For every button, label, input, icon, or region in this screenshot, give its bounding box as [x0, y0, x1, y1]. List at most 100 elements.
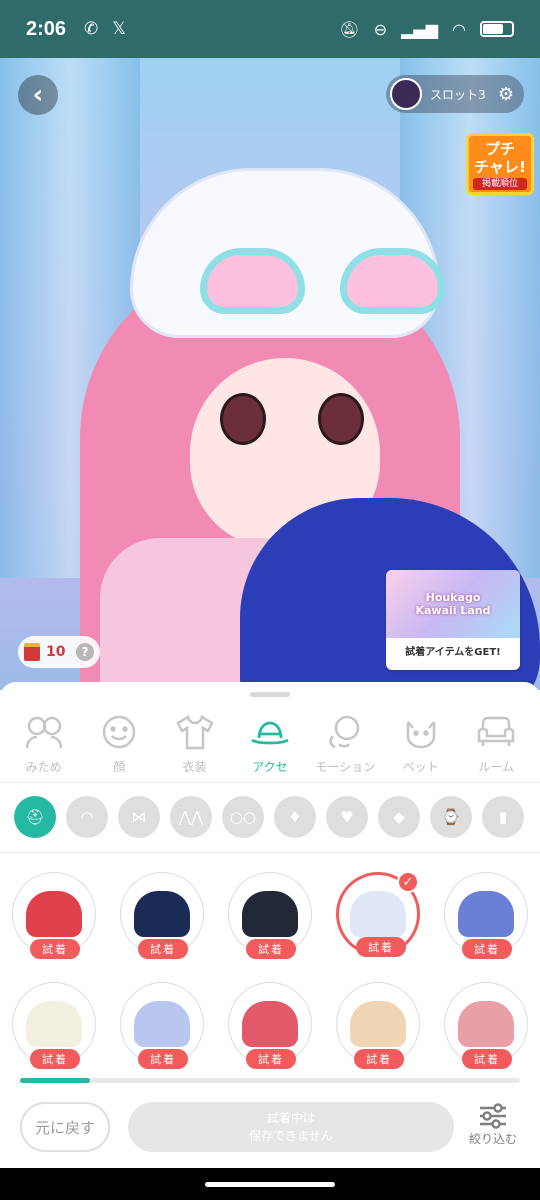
promo-banner[interactable]: Houkago Kawaii Land 試着アイテムをGET! [386, 570, 520, 670]
tab-motion[interactable]: モーション [311, 712, 379, 782]
mute-icon: 🔕︎ [339, 19, 360, 39]
filter-label: 絞り込む [468, 1132, 517, 1146]
try-on-button[interactable]: 試着 [138, 1049, 188, 1069]
tab-label: 衣装 [182, 760, 207, 774]
necklace-icon: ♥ [340, 808, 354, 826]
try-on-button[interactable]: 試着 [246, 1049, 296, 1069]
phone-icon: ✆ [84, 19, 99, 39]
currency-pill[interactable]: 10 ? [18, 636, 100, 668]
slot-label: スロット3 [430, 87, 486, 102]
subtab-glasses[interactable]: ○○ [222, 796, 264, 838]
help-icon[interactable]: ? [76, 643, 94, 661]
badge-title-1: プチ [484, 140, 515, 158]
reset-button[interactable]: 元に戻す [20, 1102, 110, 1152]
promo-art: Houkago Kawaii Land [386, 570, 520, 638]
promo-art-line1: Houkago [425, 591, 481, 604]
slot-selector[interactable]: スロット3 ⚙ [386, 75, 524, 113]
item-halo-crown[interactable]: 試着 [120, 872, 204, 959]
nav-bar [0, 1168, 540, 1200]
character-heart-glasses [200, 248, 450, 318]
badge-subtitle: 掲載順位 [473, 178, 527, 190]
item-bear-beret[interactable]: 試着 [12, 982, 96, 1069]
glasses-icon: ○○ [229, 808, 257, 826]
items-grid: 試着 試着 試着 試着 ✓ 試着 試着 試着 試着 試着 試着 [12, 871, 528, 1069]
cat-icon [401, 712, 441, 752]
subtab-ears[interactable]: ⋀⋀ [170, 796, 212, 838]
drag-handle[interactable] [250, 692, 290, 697]
item-thumbnail [134, 891, 190, 937]
status-time: 2:06 [26, 17, 67, 40]
try-on-button[interactable]: 試着 [356, 937, 406, 957]
item-crab-beret[interactable]: 試着 [444, 982, 528, 1069]
sofa-icon [476, 712, 516, 752]
item-bear-hood[interactable]: 試着 ✓ [336, 871, 420, 957]
tab-shirt[interactable]: 衣装 [161, 712, 229, 782]
save-line2: 保存できません [249, 1129, 333, 1143]
status-bar: 2:06 ✆ 𝕏 🔕︎ ⊖ ▂▄▆ ◠ [0, 0, 540, 58]
tab-face[interactable]: 顔 [85, 712, 153, 782]
gear-icon[interactable]: ⚙ [498, 84, 514, 105]
nail-icon: ▮ [498, 808, 508, 826]
scroll-thumb[interactable] [20, 1078, 90, 1083]
item-thumbnail [242, 891, 298, 937]
try-on-button[interactable]: 試着 [462, 939, 512, 959]
hat-icon: ⛑ [25, 808, 45, 826]
scrollbar[interactable] [20, 1078, 520, 1083]
try-on-button[interactable]: 試着 [462, 1049, 512, 1069]
hat-icon [250, 712, 290, 752]
item-thumbnail [458, 891, 514, 937]
promo-label: 試着アイテムをGET! [405, 647, 501, 658]
item-thumbnail [26, 1001, 82, 1047]
item-thumbnail [350, 1001, 406, 1047]
item-straw-boater[interactable]: 試着 [336, 982, 420, 1069]
try-on-button[interactable]: 試着 [354, 1049, 404, 1069]
item-thumbnail [350, 891, 406, 937]
badge-title-2: チャレ! [474, 158, 526, 176]
x-app-icon: 𝕏 [112, 19, 126, 39]
ears-icon: ⋀⋀ [178, 808, 204, 826]
subtab-nail[interactable]: ▮ [482, 796, 524, 838]
try-on-button[interactable]: 試着 [246, 939, 296, 959]
item-strawberry-cake-hat[interactable]: 試着 [228, 982, 312, 1069]
try-on-button[interactable]: 試着 [138, 939, 188, 959]
subtab-hat[interactable]: ⛑ [14, 796, 56, 838]
try-on-button[interactable]: 試着 [30, 1049, 80, 1069]
tab-cat[interactable]: ペット [387, 712, 455, 782]
tab-label: みため [25, 760, 62, 774]
earring-icon: ♦ [288, 808, 302, 826]
tab-sofa[interactable]: ルーム [462, 712, 530, 782]
item-captain-hat[interactable]: 試着 [228, 872, 312, 959]
divider [0, 782, 540, 783]
subtab-watch[interactable]: ⌚ [430, 796, 472, 838]
people-icon [24, 712, 64, 752]
motion-icon [325, 712, 365, 752]
tab-label: 顔 [113, 760, 126, 774]
avatar [390, 78, 422, 110]
subcategory-tabs: ⛑ ◠ ⋈ ⋀⋀ ○○ ♦ ♥ ◆ ⌚ ▮ [14, 796, 524, 838]
dnd-icon: ⊖ [373, 19, 388, 39]
item-lace-bonnet[interactable]: 試着 [120, 982, 204, 1069]
item-shark-cap[interactable]: 試着 [444, 872, 528, 959]
filter-button[interactable]: 絞り込む [464, 1102, 522, 1154]
filter-icon [480, 1103, 506, 1129]
divider [0, 852, 540, 853]
tab-label: ペット [402, 760, 439, 774]
home-indicator[interactable] [205, 1182, 335, 1187]
subtab-gem[interactable]: ◆ [378, 796, 420, 838]
subtab-earring[interactable]: ♦ [274, 796, 316, 838]
subtab-ribbon[interactable]: ⋈ [118, 796, 160, 838]
watch-icon: ⌚ [441, 808, 461, 826]
tab-hat[interactable]: アクセ [236, 712, 304, 782]
category-tabs: みため 顔 衣装 アクセ モーション ペット ルーム [0, 712, 540, 782]
petit-challenge-badge[interactable]: プチ チャレ! 掲載順位 [466, 133, 534, 195]
subtab-necklace[interactable]: ♥ [326, 796, 368, 838]
save-button-disabled[interactable]: 試着中は 保存できません [128, 1102, 454, 1152]
item-headphone-rabbit[interactable]: 試着 [12, 872, 96, 959]
gem-icon: ◆ [393, 808, 405, 826]
try-on-button[interactable]: 試着 [30, 939, 80, 959]
tab-people[interactable]: みため [10, 712, 78, 782]
subtab-headband[interactable]: ◠ [66, 796, 108, 838]
save-line1: 試着中は [266, 1111, 315, 1125]
back-button[interactable]: ‹ [18, 75, 58, 115]
face-icon [99, 712, 139, 752]
